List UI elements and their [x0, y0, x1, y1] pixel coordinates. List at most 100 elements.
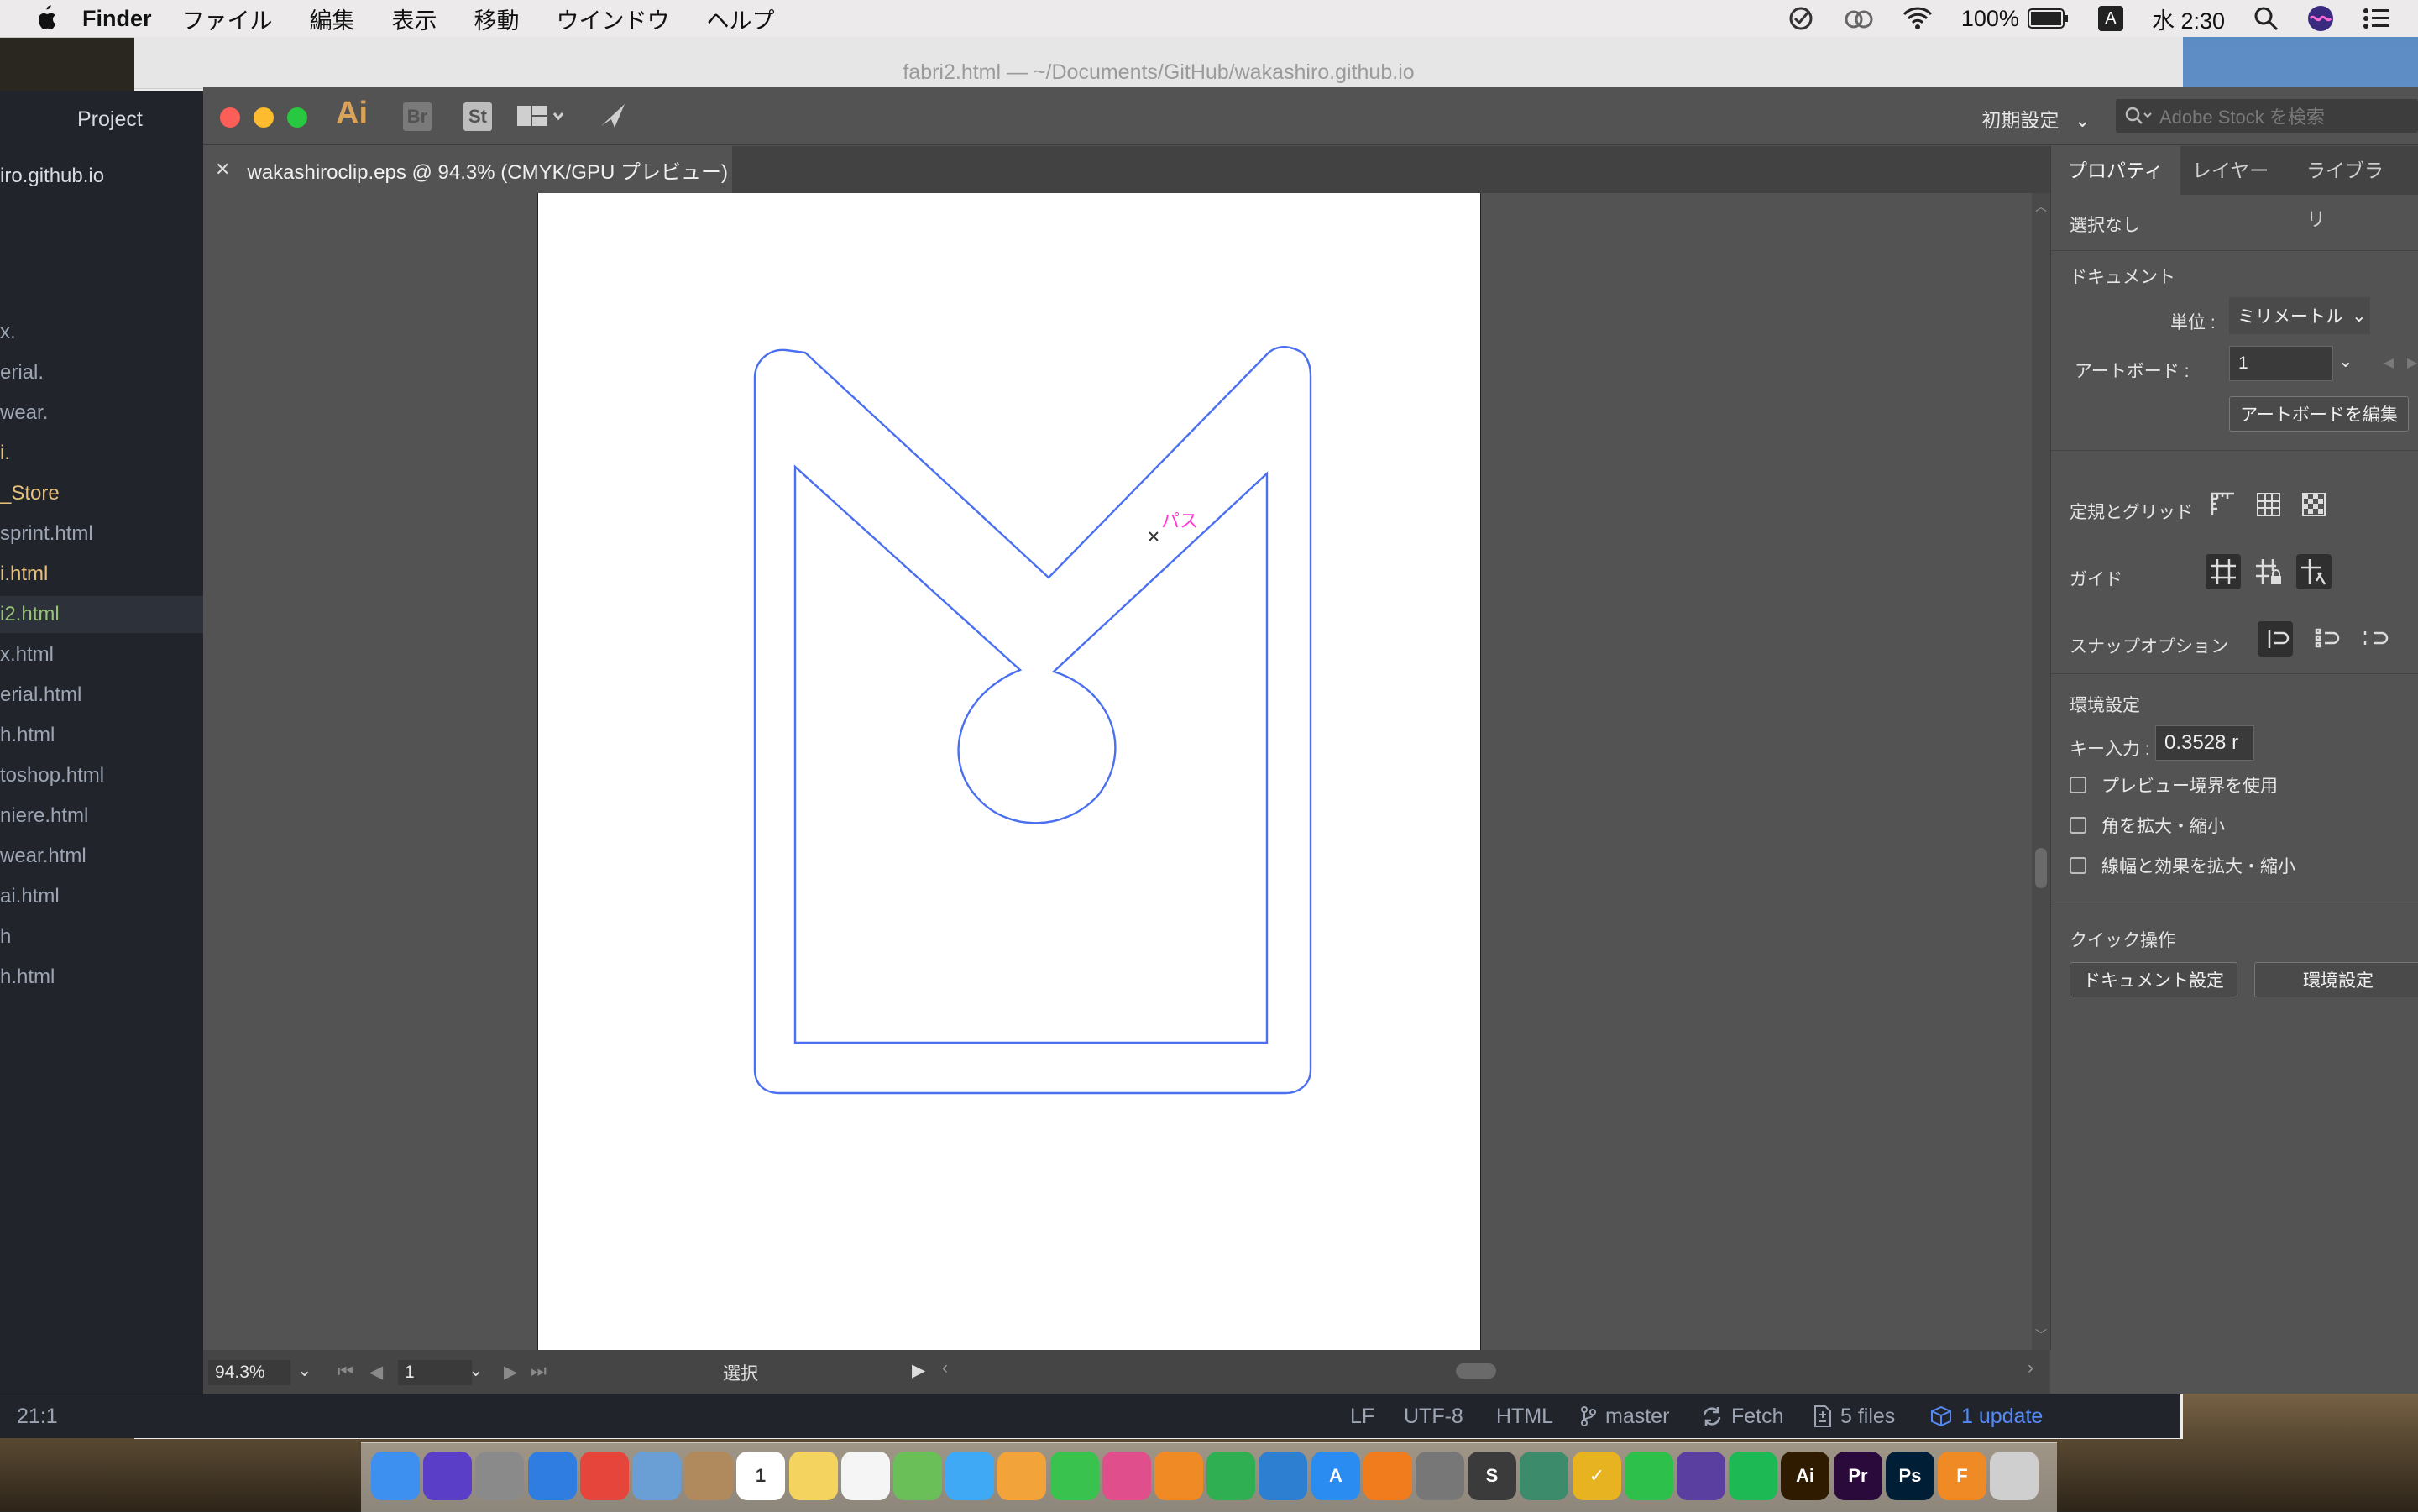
- menu-go[interactable]: 移動: [474, 3, 520, 35]
- menu-file[interactable]: ファイル: [182, 3, 273, 35]
- workspace-switcher[interactable]: 初期設定 ⌄: [1981, 104, 2091, 133]
- edit-artboard-button[interactable]: アートボードを編集: [2229, 396, 2409, 432]
- dock-contacts-icon[interactable]: [684, 1452, 733, 1500]
- dock-messages-icon[interactable]: [945, 1452, 994, 1500]
- dock-itunes-icon[interactable]: [1102, 1452, 1151, 1500]
- snap-to-glyph-icon[interactable]: [2357, 621, 2392, 657]
- project-tree-item[interactable]: wear.: [0, 395, 203, 432]
- checkmark-status-icon[interactable]: [1787, 4, 1815, 33]
- next-artboard-icon[interactable]: ▶: [2407, 354, 2417, 371]
- scroll-left-icon[interactable]: ‹: [942, 1358, 948, 1379]
- apple-icon[interactable]: [34, 5, 57, 32]
- close-window-button[interactable]: [220, 107, 240, 128]
- project-tree-item[interactable]: i.: [0, 435, 203, 472]
- dock-sublime-icon[interactable]: S: [1468, 1452, 1516, 1500]
- project-tree-item[interactable]: h.html: [0, 717, 203, 754]
- dock-line-icon[interactable]: [1625, 1452, 1673, 1500]
- horizontal-scrollbar[interactable]: ‹ ›: [942, 1358, 2033, 1384]
- checkbox-box[interactable]: [2070, 857, 2086, 874]
- show-guides-icon[interactable]: [2206, 554, 2241, 589]
- project-tree-item[interactable]: h: [0, 918, 203, 955]
- dock-trash-icon[interactable]: [1990, 1452, 2039, 1500]
- status-menu-arrow-icon[interactable]: ▶: [912, 1360, 925, 1381]
- dock-atom-icon[interactable]: [1520, 1452, 1568, 1500]
- dock-books-icon[interactable]: [1363, 1452, 1412, 1500]
- line-ending-selector[interactable]: LF: [1350, 1394, 1374, 1438]
- menu-clock[interactable]: 水 2:30: [2152, 3, 2225, 35]
- dock-premiere-icon[interactable]: Pr: [1834, 1452, 1882, 1500]
- dock-notes-icon[interactable]: [789, 1452, 838, 1500]
- artboard-field[interactable]: 1: [2229, 346, 2333, 381]
- dock-preview-icon[interactable]: [632, 1452, 681, 1500]
- scroll-up-icon[interactable]: ︿: [2035, 198, 2047, 215]
- zoom-dropdown-icon[interactable]: ⌄: [297, 1360, 312, 1381]
- smart-guides-icon[interactable]: [2296, 554, 2332, 589]
- first-artboard-icon[interactable]: ⏮: [338, 1362, 353, 1382]
- git-fetch-button[interactable]: Fetch: [1701, 1394, 1784, 1438]
- dock-github-icon[interactable]: [1677, 1452, 1725, 1500]
- project-tree-item[interactable]: x.html: [0, 636, 203, 673]
- zoom-window-button[interactable]: [287, 107, 307, 128]
- stock-search-input[interactable]: Adobe Stock を検索: [2116, 99, 2418, 133]
- battery-icon[interactable]: [2027, 8, 2070, 29]
- horizontal-scroll-thumb[interactable]: [1456, 1363, 1496, 1379]
- project-tree-item[interactable]: i2.html: [0, 596, 203, 633]
- artboard-number-field[interactable]: 1: [398, 1360, 472, 1385]
- project-tree-item[interactable]: _Store: [0, 475, 203, 512]
- dock-keynote-icon[interactable]: [1259, 1452, 1307, 1500]
- dock-numbers-icon[interactable]: [1206, 1452, 1255, 1500]
- menu-view[interactable]: 表示: [392, 3, 437, 35]
- scale-strokes-effects-checkbox[interactable]: 線幅と効果を拡大・縮小: [2070, 853, 2295, 878]
- keyboard-increment-field[interactable]: 0.3528 r: [2155, 725, 2254, 761]
- unit-select[interactable]: ミリメートル ⌄: [2229, 297, 2370, 334]
- menu-help[interactable]: ヘルプ: [707, 3, 775, 35]
- dock-chrome-icon[interactable]: [580, 1452, 629, 1500]
- stock-icon[interactable]: St: [463, 102, 492, 131]
- tab-libraries[interactable]: ライブラリ: [2290, 146, 2418, 230]
- menu-edit[interactable]: 編集: [310, 3, 355, 35]
- snap-to-pixel-icon[interactable]: [2308, 621, 2343, 657]
- transparency-grid-icon[interactable]: [2296, 487, 2332, 522]
- dock-illustrator-icon[interactable]: Ai: [1781, 1452, 1829, 1500]
- tab-layers[interactable]: レイヤー: [2175, 146, 2285, 195]
- last-artboard-icon[interactable]: ⏭: [531, 1362, 547, 1382]
- project-tree-item[interactable]: erial.html: [0, 677, 203, 714]
- dock-photos-icon[interactable]: [997, 1452, 1046, 1500]
- document-tab[interactable]: ✕ wakashiroclip.eps @ 94.3% (CMYK/GPU プレ…: [203, 146, 732, 193]
- project-tree-item[interactable]: x.: [0, 314, 203, 351]
- project-tree-item[interactable]: toshop.html: [0, 757, 203, 794]
- dock-finder-icon[interactable]: [371, 1452, 420, 1500]
- document-setup-button[interactable]: ドキュメント設定: [2070, 962, 2237, 997]
- dock-safari-icon[interactable]: [528, 1452, 577, 1500]
- dock-maps-icon[interactable]: [893, 1452, 942, 1500]
- snap-to-point-icon[interactable]: [2258, 621, 2293, 657]
- grid-icon[interactable]: [2251, 487, 2286, 522]
- use-preview-bounds-checkbox[interactable]: プレビュー境界を使用: [2070, 772, 2278, 798]
- atom-window-titlebar[interactable]: fabri2.html — ~/Documents/GitHub/wakashi…: [134, 37, 2183, 89]
- wifi-icon[interactable]: [1902, 6, 1933, 31]
- lock-guides-icon[interactable]: [2251, 554, 2286, 589]
- arrange-documents-icon[interactable]: [516, 104, 566, 129]
- notification-center-icon[interactable]: [2363, 7, 2389, 30]
- bridge-icon[interactable]: Br: [403, 102, 432, 131]
- project-tree-item[interactable]: sprint.html: [0, 515, 203, 552]
- changed-files[interactable]: 5 files: [1814, 1394, 1895, 1438]
- vertical-scroll-thumb[interactable]: [2035, 848, 2047, 888]
- checkbox-box[interactable]: [2070, 777, 2086, 793]
- gpu-performance-icon[interactable]: [598, 101, 628, 131]
- spotlight-search-icon[interactable]: [2253, 6, 2279, 31]
- zoom-field[interactable]: 94.3%: [208, 1360, 290, 1385]
- dock-app-store-icon[interactable]: A: [1311, 1452, 1360, 1500]
- dock-calendar-icon[interactable]: 1: [736, 1452, 785, 1500]
- artboard-dropdown-icon[interactable]: ⌄: [468, 1360, 484, 1381]
- preferences-button[interactable]: 環境設定: [2254, 962, 2418, 997]
- dock-reminders-icon[interactable]: [841, 1452, 890, 1500]
- ruler-icon[interactable]: [2206, 487, 2241, 522]
- dock-wunderlist-icon[interactable]: ✓: [1573, 1452, 1621, 1500]
- current-tool-status[interactable]: 選択: [564, 1360, 917, 1385]
- minimize-window-button[interactable]: [254, 107, 274, 128]
- dock-pages-icon[interactable]: [1154, 1452, 1203, 1500]
- dock-system-preferences-icon[interactable]: [1416, 1452, 1464, 1500]
- project-tree-item[interactable]: wear.html: [0, 838, 203, 875]
- close-tab-icon[interactable]: ✕: [215, 159, 230, 180]
